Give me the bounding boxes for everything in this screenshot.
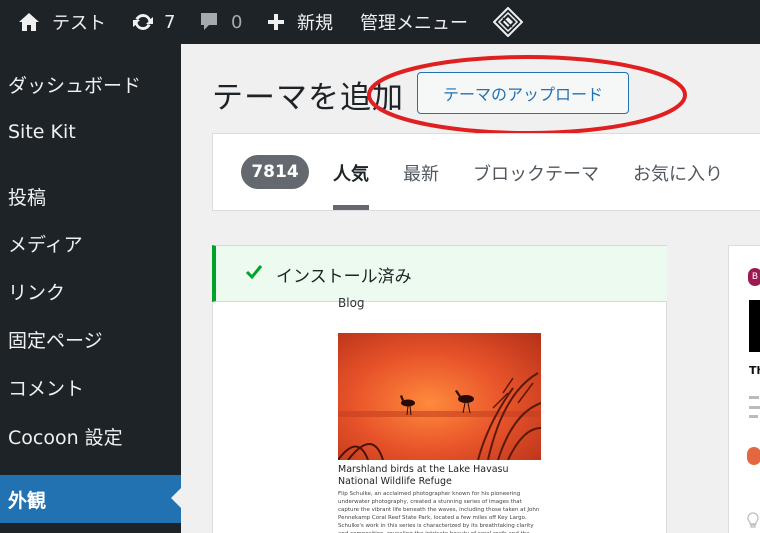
- lightbulb-icon: [747, 512, 759, 528]
- sidebar-item-dashboard[interactable]: ダッシュボード: [0, 62, 181, 106]
- sidebar-item-label: Cocoon 設定: [8, 426, 123, 449]
- active-tab-indicator: [333, 205, 369, 210]
- new-label: 新規: [297, 13, 333, 34]
- sidebar-item-posts[interactable]: 投稿: [0, 174, 181, 218]
- preview-text-line: [749, 406, 760, 409]
- sidebar-item-label: 投稿: [8, 186, 47, 209]
- tab-block-themes[interactable]: ブロックテーマ: [473, 160, 599, 186]
- theme-preview-heading: Th: [749, 364, 760, 377]
- sidebar-item-links[interactable]: リンク: [0, 269, 181, 313]
- preview-text-line: [749, 396, 759, 399]
- sidebar-item-label: リンク: [8, 281, 66, 304]
- theme-count-badge: 7814: [241, 155, 309, 189]
- site-name: テスト: [52, 13, 106, 34]
- tab-popular[interactable]: 人気: [333, 160, 369, 186]
- diamond-logo-icon: [493, 7, 523, 37]
- theme-screenshot-image: [338, 333, 541, 460]
- comments-menu[interactable]: 0: [199, 0, 242, 44]
- preview-body-text: Flip Schulke, an acclaimed photographer …: [338, 491, 540, 533]
- theme-preview-block: [749, 300, 760, 352]
- home-icon: [19, 13, 39, 31]
- sidebar-item-label: コメント: [8, 377, 85, 400]
- page-title: テーマを追加: [212, 80, 404, 116]
- sidebar-item-label: メディア: [8, 233, 83, 256]
- preview-button-shape: [747, 447, 760, 465]
- sidebar-item-label: 固定ページ: [8, 329, 103, 352]
- updates-count: 7: [164, 11, 176, 33]
- theme-card-partial[interactable]: [728, 245, 760, 533]
- preview-blog-label: Blog: [338, 296, 365, 310]
- sidebar-item-site-kit[interactable]: Site Kit: [0, 110, 181, 154]
- sidebar-item-label: Site Kit: [8, 121, 76, 143]
- sidebar-item-media[interactable]: メディア: [0, 221, 181, 265]
- site-menu[interactable]: テスト: [18, 0, 106, 44]
- admin-bar: テスト 7 0 新規 管理メニュー: [0, 0, 760, 44]
- upload-theme-button[interactable]: テーマのアップロード: [417, 72, 629, 114]
- new-content-menu[interactable]: 新規: [267, 0, 333, 44]
- theme-logo-badge: B: [748, 268, 760, 286]
- updates-menu[interactable]: 7: [131, 0, 175, 44]
- admin-menu-label: 管理メニュー: [360, 13, 468, 34]
- sidebar-item-label: ダッシュボード: [8, 74, 142, 97]
- tab-favorites[interactable]: お気に入り: [633, 160, 723, 186]
- update-icon: [133, 13, 153, 31]
- preview-text-line: [749, 415, 758, 418]
- preview-caption: Marshland birds at the Lake Havasu Natio…: [338, 464, 509, 487]
- comment-icon: [201, 13, 217, 30]
- sidebar-item-cocoon-settings[interactable]: Cocoon 設定: [0, 414, 181, 458]
- sidebar-item-label: 外観: [8, 489, 47, 512]
- sidebar-item-appearance[interactable]: 外観: [0, 475, 181, 523]
- admin-menu-link[interactable]: 管理メニュー: [360, 0, 468, 44]
- sidebar-item-pages[interactable]: 固定ページ: [0, 317, 181, 361]
- tab-latest[interactable]: 最新: [403, 160, 439, 186]
- installed-label: インストール済み: [276, 267, 412, 287]
- checkmark-icon: [245, 265, 263, 280]
- comments-count: 0: [231, 11, 243, 33]
- plugin-menu[interactable]: [493, 0, 523, 44]
- sidebar-item-comments[interactable]: コメント: [0, 365, 181, 409]
- plus-icon: [268, 14, 284, 30]
